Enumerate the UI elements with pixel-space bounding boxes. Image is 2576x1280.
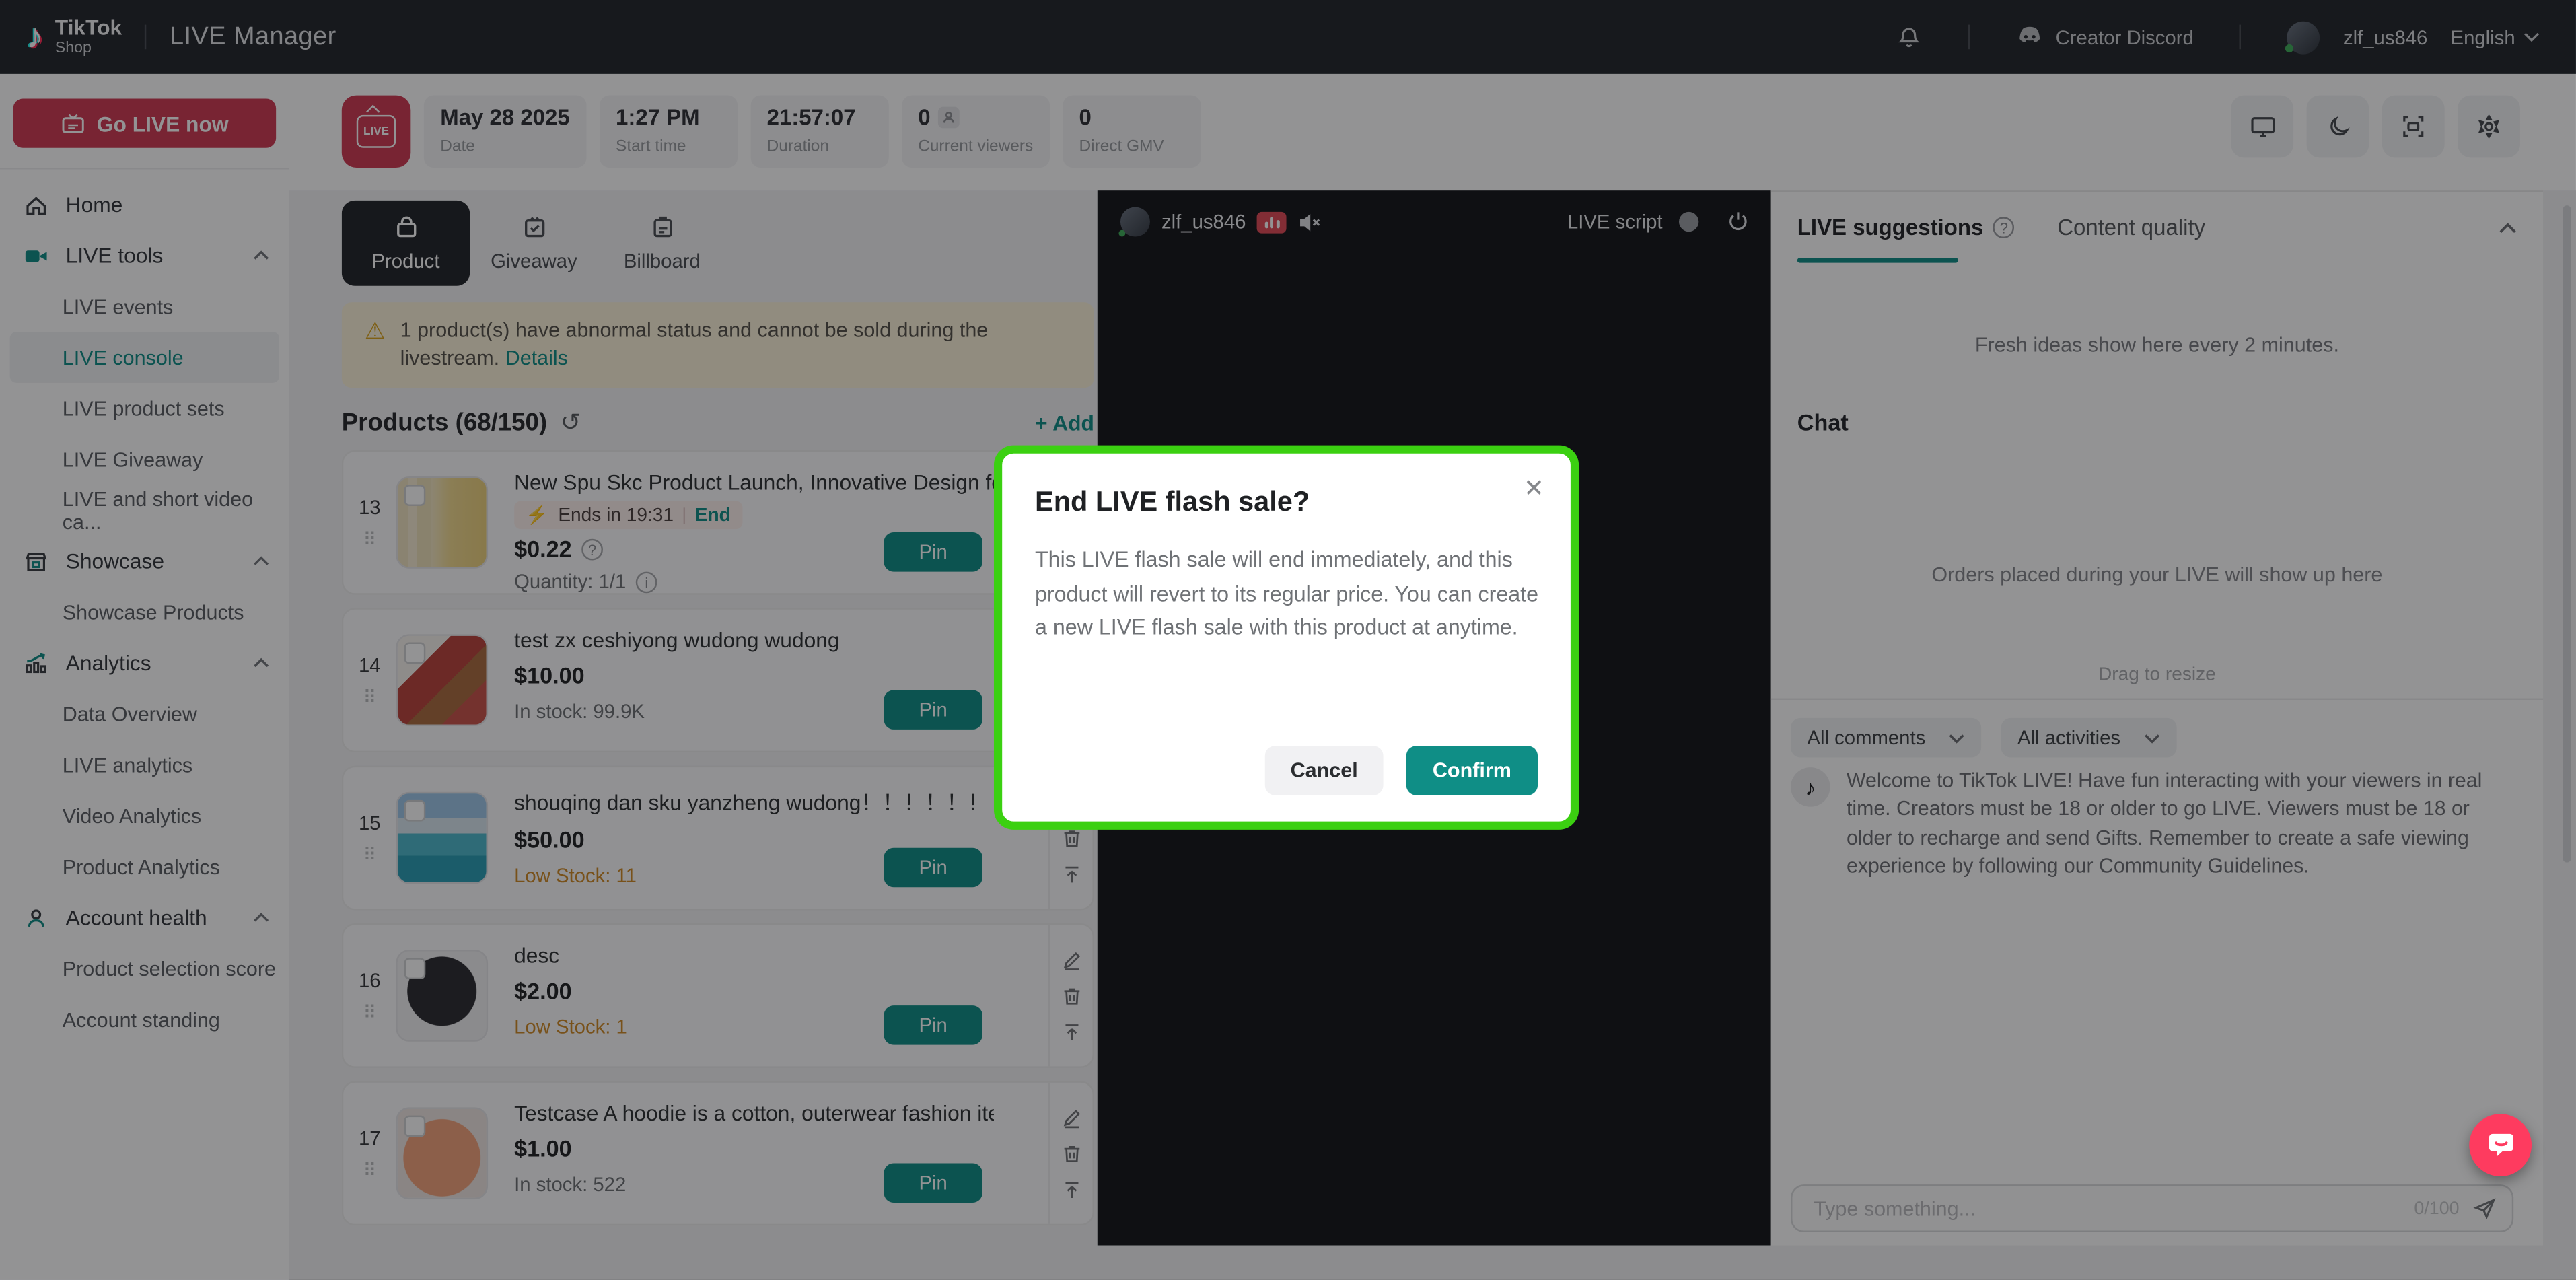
chat-bubble-icon xyxy=(2484,1131,2515,1160)
modal-title: End LIVE flash sale? xyxy=(1035,487,1538,520)
close-icon[interactable]: ✕ xyxy=(1524,476,1544,501)
confirm-button[interactable]: Confirm xyxy=(1406,746,1538,795)
live-manager-app: ♪ TikTok Shop LIVE Manager Creator Disco… xyxy=(0,0,2576,1280)
cancel-button[interactable]: Cancel xyxy=(1265,746,1384,795)
support-chat-fab[interactable] xyxy=(2469,1114,2532,1176)
end-flash-sale-modal: End LIVE flash sale? ✕ This LIVE flash s… xyxy=(994,446,1579,830)
modal-body-text: This LIVE flash sale will end immediatel… xyxy=(1035,544,1548,645)
